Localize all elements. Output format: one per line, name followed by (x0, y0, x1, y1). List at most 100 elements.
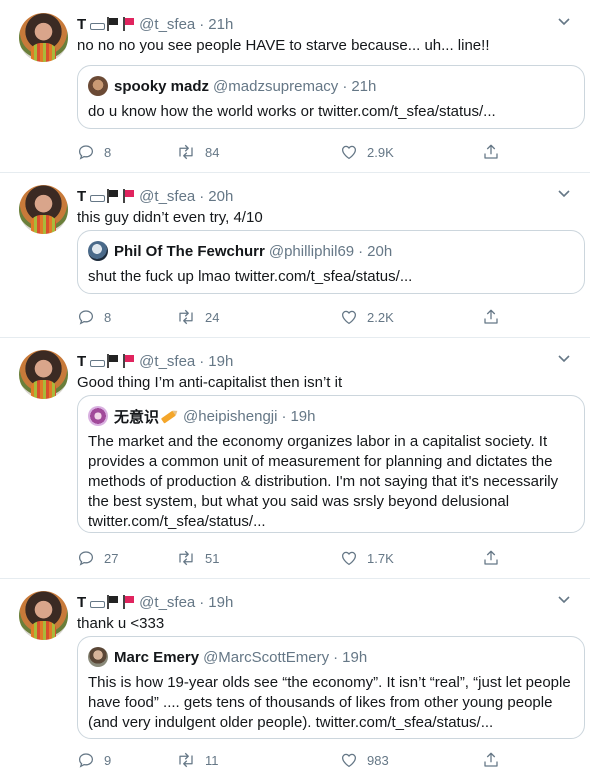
quoted-avatar (88, 406, 108, 426)
quoted-tweet[interactable]: spooky madz @madzsupremacy · 21h do u kn… (77, 65, 585, 129)
reply-button[interactable]: 9 (77, 750, 111, 770)
chevron-down-icon[interactable] (556, 14, 572, 30)
name-emoji (90, 354, 135, 368)
reply-button[interactable]: 8 (77, 307, 111, 327)
timestamp[interactable]: 19h (208, 594, 233, 611)
avatar[interactable] (19, 13, 68, 62)
like-count: 1.7K (367, 550, 394, 566)
cracked-icon (90, 597, 106, 608)
tweet[interactable]: T @t_sfea · 19h thank u <333 Marc Emery … (0, 578, 590, 773)
quoted-author-name: spooky madz (114, 77, 210, 95)
like-button[interactable]: 2.2K (340, 307, 394, 327)
author-handle[interactable]: @t_sfea (139, 188, 195, 205)
quoted-text-line: This is how 19-year olds see “the econom… (88, 674, 571, 691)
quoted-text-line: methods of production & distribution. I'… (88, 473, 559, 490)
author-name[interactable]: T (77, 188, 86, 205)
retweet-icon (179, 144, 193, 160)
tweet-header: T @t_sfea · 21h (77, 14, 233, 34)
share-button[interactable] (482, 750, 500, 770)
retweet-icon (179, 752, 193, 768)
chevron-down-icon[interactable] (556, 592, 572, 608)
separator-dot: · (199, 352, 205, 370)
tweet[interactable]: T @t_sfea · 19h Good thing I’m anti-capi… (0, 337, 590, 578)
name-emoji (90, 595, 135, 609)
quoted-tweet-text: do u know how the world works or twitter… (88, 103, 496, 120)
separator-dot: · (199, 187, 205, 205)
author-handle[interactable]: @t_sfea (139, 16, 195, 33)
share-icon (484, 309, 498, 324)
quoted-tweet-header: Marc Emery @MarcScottEmery · 19h (88, 647, 574, 667)
avatar[interactable] (19, 185, 68, 234)
avatar[interactable] (19, 591, 68, 640)
cracked-icon (90, 356, 106, 367)
tweet[interactable]: T @t_sfea · 21h no no no you see people … (0, 0, 590, 172)
reply-count: 8 (104, 309, 112, 325)
author-handle[interactable]: @t_sfea (139, 594, 195, 611)
timeline-feed: T @t_sfea · 21h no no no you see people … (0, 0, 590, 773)
quoted-author-handle: @MarcScottEmery (203, 648, 330, 666)
share-button[interactable] (482, 142, 500, 162)
chevron-down-icon[interactable] (556, 351, 572, 367)
heart-icon (341, 551, 357, 566)
quoted-tweet-header: 无意识 @heipishengji · 19h (88, 406, 574, 426)
like-button[interactable]: 2.9K (340, 142, 394, 162)
timestamp[interactable]: 20h (208, 188, 233, 205)
quoted-text-line: have food” .... gets tens of thousands o… (88, 694, 553, 711)
quoted-author-name: 无意识 (114, 408, 160, 426)
cracked-icon (90, 191, 106, 202)
tweet-text: Good thing I’m anti-capitalist then isn’… (77, 374, 343, 391)
quoted-tweet[interactable]: Phil Of The Fewchurr @philliphil69 · 20h… (77, 230, 585, 294)
quoted-author-handle: @heipishengji (183, 407, 278, 425)
quoted-tweet-header: Phil Of The Fewchurr @philliphil69 · 20h (88, 241, 574, 261)
separator-dot: · (199, 593, 205, 611)
quoted-tweet[interactable]: Marc Emery @MarcScottEmery · 19h This is… (77, 636, 585, 739)
black-flag-icon (105, 17, 119, 31)
quoted-avatar (88, 241, 108, 261)
share-button[interactable] (482, 548, 500, 568)
separator-dot: · (358, 242, 364, 260)
red-flag-icon (121, 595, 135, 609)
reply-button[interactable]: 8 (77, 142, 111, 162)
retweet-button[interactable]: 24 (176, 307, 219, 327)
retweet-count: 51 (205, 550, 220, 566)
like-button[interactable]: 983 (340, 750, 389, 770)
retweet-button[interactable]: 51 (176, 548, 219, 568)
quoted-author-handle: @madzsupremacy (213, 77, 339, 95)
quoted-avatar (88, 647, 108, 667)
separator-dot: · (342, 77, 348, 95)
retweet-button[interactable]: 11 (176, 750, 219, 770)
share-button[interactable] (482, 307, 500, 327)
quoted-text-line: provides a common unit of measurement fo… (88, 453, 553, 470)
separator-dot: · (333, 648, 339, 666)
reply-icon (78, 753, 94, 768)
author-name[interactable]: T (77, 594, 86, 611)
quoted-tweet[interactable]: 无意识 @heipishengji · 19h The market and t… (77, 395, 585, 533)
pencil-emoji-icon (160, 407, 180, 426)
reply-count: 9 (104, 752, 112, 768)
like-count: 2.2K (367, 309, 394, 325)
chevron-down-icon[interactable] (556, 186, 572, 202)
quoted-author-name: Phil Of The Fewchurr (114, 242, 265, 260)
share-icon (484, 752, 498, 767)
quoted-tweet-header: spooky madz @madzsupremacy · 21h (88, 76, 574, 96)
reply-count: 27 (104, 550, 119, 566)
author-name[interactable]: T (77, 16, 86, 33)
retweet-icon (179, 309, 193, 325)
author-name[interactable]: T (77, 353, 86, 370)
timestamp[interactable]: 19h (208, 353, 233, 370)
author-handle[interactable]: @t_sfea (139, 353, 195, 370)
quoted-timestamp: 19h (290, 407, 316, 425)
like-button[interactable]: 1.7K (340, 548, 394, 568)
black-flag-icon (105, 189, 119, 203)
reply-button[interactable]: 27 (77, 548, 118, 568)
quoted-tweet-text: The market and the economy organizes lab… (88, 432, 574, 532)
tweet-actions: 8 24 2.2K (77, 307, 507, 327)
share-icon (484, 550, 498, 565)
tweet[interactable]: T @t_sfea · 20h this guy didn’t even try… (0, 172, 590, 337)
red-flag-icon (121, 189, 135, 203)
retweet-button[interactable]: 84 (176, 142, 219, 162)
like-count: 2.9K (367, 144, 394, 160)
timestamp[interactable]: 21h (208, 16, 233, 33)
avatar[interactable] (19, 350, 68, 399)
separator-dot: · (281, 407, 287, 425)
